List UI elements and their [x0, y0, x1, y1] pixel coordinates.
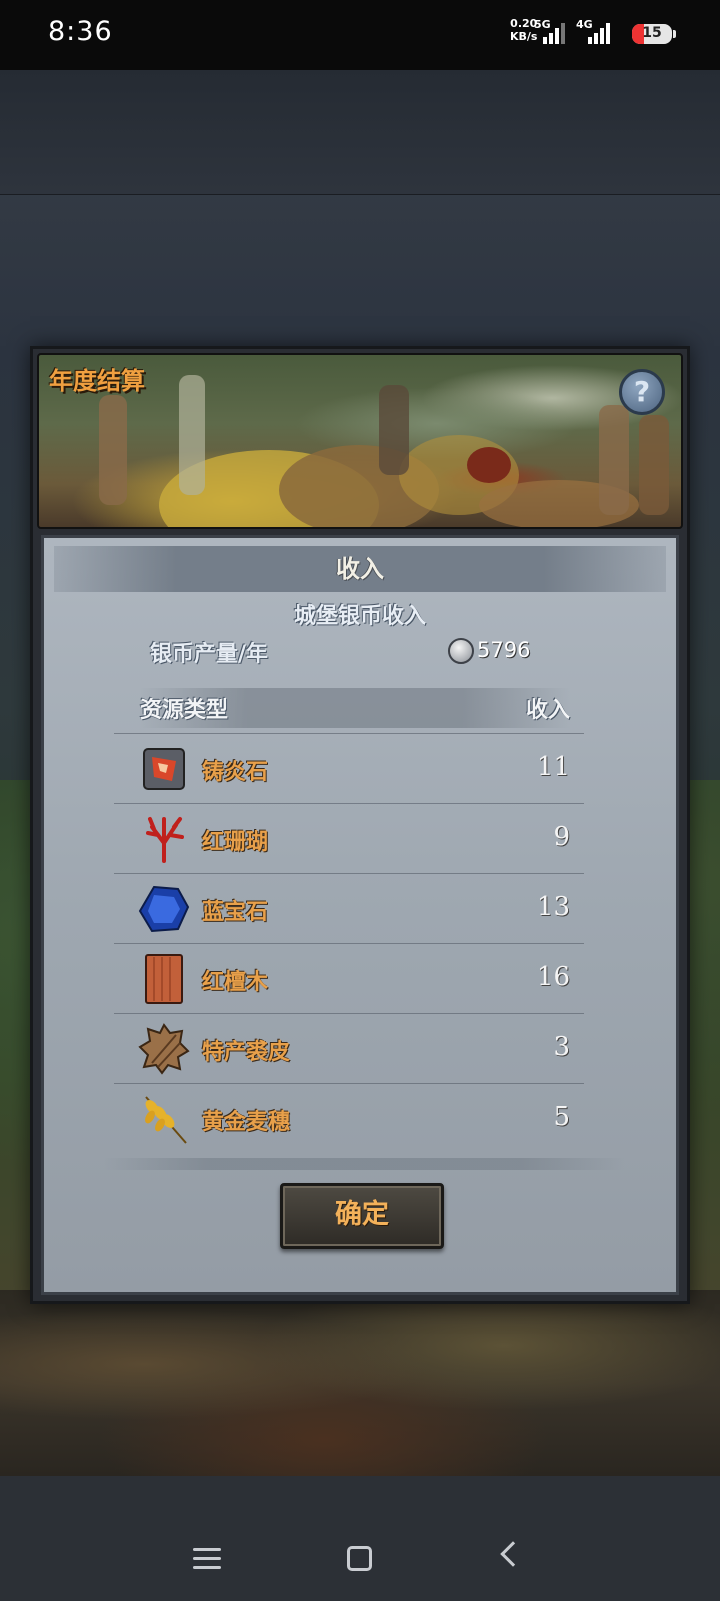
battery-tip: [673, 30, 676, 38]
column-income: 收入: [525, 698, 570, 723]
home-icon[interactable]: [347, 1546, 372, 1571]
confirm-button[interactable]: 确定: [280, 1183, 444, 1249]
resource-value: 13: [536, 892, 570, 922]
table-header: 资源类型 收入: [140, 688, 570, 728]
background-crowd-art: [0, 1290, 720, 1476]
resource-name: 铸炎石: [202, 760, 269, 785]
signal-5g-icon: [543, 22, 565, 44]
top-band: [0, 70, 720, 195]
battery-icon: 15: [632, 24, 672, 44]
column-resource-type: 资源类型: [140, 698, 229, 723]
silver-rate-value: 5796: [477, 638, 531, 662]
battery-level: 15: [642, 25, 662, 41]
resource-row: 蓝宝石 13: [114, 873, 584, 943]
help-icon[interactable]: ?: [619, 369, 665, 415]
section-title: 收入: [54, 546, 666, 592]
resource-value: 9: [553, 822, 570, 852]
resource-name: 红珊瑚: [202, 830, 269, 855]
income-panel: 收入 城堡银币收入 银币产量/年 5796 资源类型 收入 铸炎石 11 红珊瑚…: [41, 535, 679, 1295]
sapphire-icon: [138, 885, 190, 933]
status-time: 8:36: [48, 16, 113, 47]
status-bar: 8:36 0.20 KB/s 5G 4G 15: [0, 0, 720, 70]
resource-row: 特产裘皮 3: [114, 1013, 584, 1083]
resource-row: 铸炎石 11: [114, 733, 584, 803]
resource-value: 16: [536, 962, 570, 992]
scroll-more-indicator: [104, 1158, 624, 1170]
annual-settlement-dialog: 年度结算 ? 收入 城堡银币收入 银币产量/年 5796 资源类型 收入 铸炎石…: [30, 346, 690, 1304]
banner-title: 年度结算: [49, 367, 145, 395]
signal-4g-icon: [588, 22, 610, 44]
resource-name: 蓝宝石: [202, 900, 269, 925]
fur-pelt-icon: [138, 1023, 190, 1075]
red-sandalwood-icon: [145, 954, 183, 1004]
ember-stone-icon: [143, 748, 185, 790]
resource-value: 5: [553, 1102, 570, 1132]
resource-row: 红珊瑚 9: [114, 803, 584, 873]
resource-name: 红檀木: [202, 970, 269, 995]
red-coral-icon: [146, 817, 184, 863]
network-speed-unit: KB/s: [510, 30, 538, 43]
resource-list[interactable]: 铸炎石 11 红珊瑚 9 蓝宝石 13 红檀木 16 特产裘皮 3 黄金麦穗 5: [114, 733, 584, 1153]
system-nav-bar: [0, 1476, 720, 1601]
banner-illustration: 年度结算 ?: [37, 353, 683, 529]
resource-row: 红檀木 16: [114, 943, 584, 1013]
menu-icon[interactable]: [193, 1548, 221, 1570]
resource-name: 黄金麦穗: [202, 1110, 291, 1135]
silver-rate-label: 银币产量/年: [150, 642, 269, 667]
resource-value: 3: [553, 1032, 570, 1062]
resource-name: 特产裘皮: [202, 1040, 291, 1065]
resource-row: 黄金麦穗 5: [114, 1083, 584, 1153]
subsection-title: 城堡银币收入: [293, 604, 426, 629]
golden-wheat-icon: [145, 1096, 187, 1144]
resource-value: 11: [536, 752, 570, 782]
silver-coin-icon: [448, 638, 474, 664]
